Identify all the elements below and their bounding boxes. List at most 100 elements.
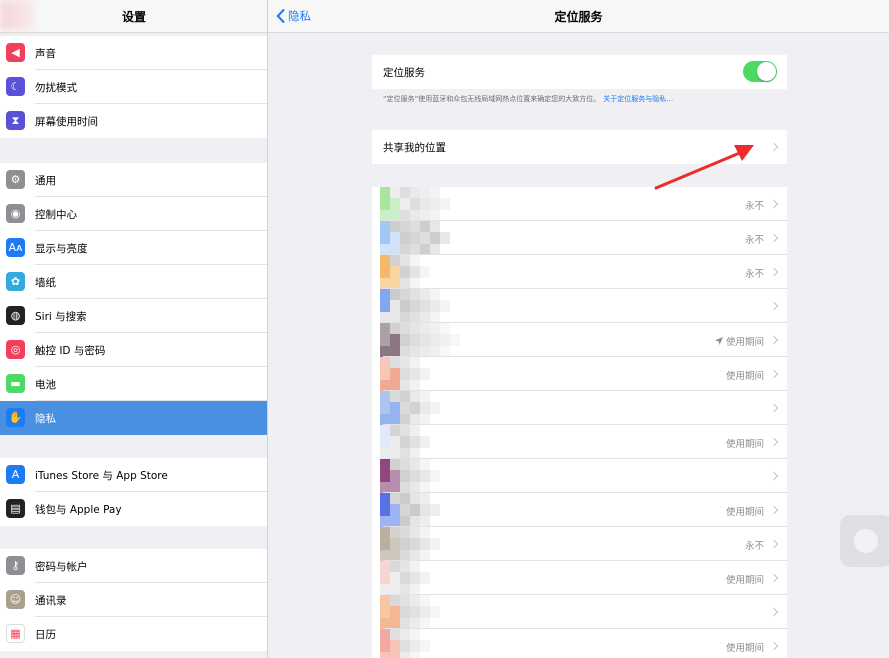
sidebar-item-label: 通讯录 [35,595,67,607]
chevron-right-icon [769,403,779,413]
sidebar-item[interactable]: ▦ 日历 [0,617,267,651]
app-list: 永不 永不 永不 使用期间 使用期间 使用期间 使用期间 永不 使用期间 使用期间 [372,187,787,658]
app-icon-pixelated [380,493,470,527]
app-row[interactable]: 永不 [372,255,787,289]
location-services-toggle[interactable] [743,61,777,82]
sidebar-header: 设置 [0,0,267,33]
chevron-right-icon [769,301,779,311]
status-text: 使用期间 [725,439,764,450]
app-icon-pixelated [380,527,470,561]
app-permission-status: 使用期间 [726,368,764,382]
sidebar-item[interactable]: ✿ 墙纸 [0,265,267,299]
assistive-touch-dot [854,529,878,553]
app-row[interactable]: 使用期间 [372,493,787,527]
toggle-knob [757,62,776,81]
sidebar-item-label: 电池 [35,379,56,391]
siri-icon: ◍ [6,306,25,325]
sidebar-item[interactable]: ▬ 电池 [0,367,267,401]
share-my-location-label: 共享我的位置 [383,142,446,154]
sidebar-item[interactable]: ☺ 通讯录 [0,583,267,617]
sidebar-item[interactable]: ◉ 控制中心 [0,197,267,231]
app-row[interactable]: 使用期间 [372,425,787,459]
app-icon-pixelated [380,459,470,493]
app-row[interactable] [372,459,787,493]
flower-icon: ✿ [6,272,25,291]
battery-icon: ▬ [6,374,25,393]
key-icon: ⚷ [6,556,25,575]
app-icon-pixelated [380,221,470,255]
app-row[interactable]: 永不 [372,221,787,255]
app-permission-status: 永不 [745,198,764,212]
chevron-right-icon [769,142,779,152]
annotation-arrow-icon [654,145,754,190]
footnote-text: “定位服务”使用蓝牙和众包无线局域网热点位置来确定您的大致方位。 [383,95,601,103]
app-icon-pixelated [380,629,470,658]
chevron-right-icon [769,539,779,549]
app-icon-pixelated [380,323,470,357]
status-text: 使用期间 [725,643,764,654]
sidebar-item-label: 屏幕使用时间 [35,116,98,128]
app-icon-pixelated [380,187,470,221]
sidebar-item[interactable]: ▤ 钱包与 Apple Pay [0,492,267,526]
chevron-right-icon [769,573,779,583]
app-row[interactable] [372,595,787,629]
sidebar-item[interactable]: ◎ 触控 ID 与密码 [0,333,267,367]
sidebar-item[interactable]: ⚙ 通用 [0,163,267,197]
sidebar-item-label: 墙纸 [35,277,56,289]
app-icon-pixelated [380,425,470,459]
toggles-icon: ◉ [6,204,25,223]
app-row[interactable]: 使用期间 [372,561,787,595]
sidebar-group: ◀ 声音 ☾ 勿扰模式 ⧗ 屏幕使用时间 [0,36,267,138]
status-text: 使用期间 [725,371,764,382]
hourglass-icon: ⧗ [6,111,25,130]
sidebar-group: ⚷ 密码与帐户 ☺ 通讯录 ▦ 日历 [0,549,267,651]
app-permission-status: 使用期间 [726,640,764,654]
chevron-right-icon [769,369,779,379]
hand-icon: ✋ [6,408,25,427]
app-icon-pixelated [380,561,470,595]
sidebar-item-label: 控制中心 [35,209,77,221]
privacy-link[interactable]: 关于定位服务与隐私… [603,95,673,103]
app-row[interactable]: 使用期间 [372,629,787,658]
app-row[interactable]: 永不 [372,187,787,221]
sidebar-item[interactable]: ✋ 隐私 [0,401,267,435]
sidebar-item-label: Siri 与搜索 [35,311,87,323]
chevron-right-icon [769,641,779,651]
app-row[interactable] [372,391,787,425]
chevron-right-icon [769,471,779,481]
sidebar-item[interactable]: ☾ 勿扰模式 [0,70,267,104]
app-icon-pixelated [380,391,470,425]
moon-icon: ☾ [6,77,25,96]
app-permission-status: 使用期间 [726,504,764,518]
sidebar-item[interactable]: Aᴀ 显示与亮度 [0,231,267,265]
location-footnote: “定位服务”使用蓝牙和众包无线局域网热点位置来确定您的大致方位。 关于定位服务与隐… [383,94,673,104]
app-row[interactable]: 永不 [372,527,787,561]
sidebar-item-label: 隐私 [35,413,56,425]
app-permission-status: 永不 [745,538,764,552]
speaker-icon: ◀ [6,43,25,62]
sidebar-item-label: 钱包与 Apple Pay [35,504,122,516]
text-size-icon: Aᴀ [6,238,25,257]
app-icon-pixelated [380,255,470,289]
status-text: 使用期间 [725,337,764,348]
sidebar-group: AiTunes Store 与 App Store ▤ 钱包与 Apple Pay [0,458,267,526]
sidebar-item[interactable]: ⧗ 屏幕使用时间 [0,104,267,138]
app-row[interactable]: 使用期间 [372,323,787,357]
location-arrow-icon [714,337,723,345]
app-permission-status: 使用期间 [714,334,764,348]
status-text: 使用期间 [725,507,764,518]
assistive-touch-button[interactable] [840,515,889,567]
app-row[interactable]: 使用期间 [372,357,787,391]
sidebar-item[interactable]: AiTunes Store 与 App Store [0,458,267,492]
chevron-right-icon [769,607,779,617]
sidebar-item[interactable]: ⚷ 密码与帐户 [0,549,267,583]
gear-icon: ⚙ [6,170,25,189]
location-services-label: 定位服务 [383,67,425,79]
app-row[interactable] [372,289,787,323]
nav-bar: 隐私 定位服务 [268,0,889,33]
sidebar-item[interactable]: ◀ 声音 [0,36,267,70]
sidebar-item[interactable]: ◍ Siri 与搜索 [0,299,267,333]
sidebar-group: ⚙ 通用 ◉ 控制中心 Aᴀ 显示与亮度 ✿ 墙纸 ◍ Siri 与搜索 ◎ 触控 ID 与密码 ▬ 电池… [0,163,267,435]
location-services-pane: 隐私 定位服务 定位服务 “定位服务”使用蓝牙和众包无线局域网热点位置来确定您的… [268,0,889,658]
app-permission-status: 使用期间 [726,436,764,450]
